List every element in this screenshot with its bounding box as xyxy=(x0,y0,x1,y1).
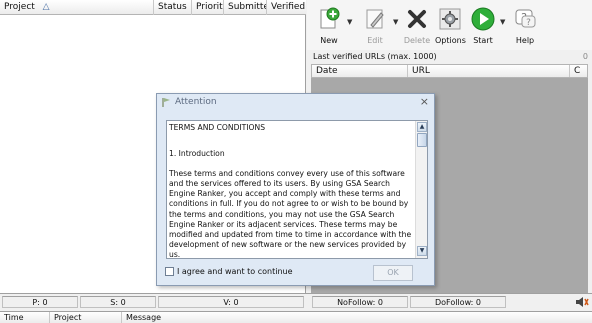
sort-ascending-icon: △ xyxy=(42,2,50,12)
svg-text:?: ? xyxy=(526,18,531,28)
column-time[interactable]: Time xyxy=(0,312,50,323)
column-project[interactable]: Project △ xyxy=(0,0,154,15)
agree-checkbox-label: I agree and want to continue xyxy=(177,267,293,276)
column-date[interactable]: Date xyxy=(312,65,408,77)
new-icon xyxy=(320,7,340,29)
new-dropdown-arrow-icon[interactable]: ▼ xyxy=(347,18,355,26)
status-dofollow: DoFollow: 0 xyxy=(410,296,506,308)
column-url[interactable]: URL xyxy=(408,65,570,77)
column-message[interactable]: Message xyxy=(122,312,422,323)
log-list-header: Time Project Message xyxy=(0,311,592,323)
scroll-down-icon[interactable]: ▼ xyxy=(417,246,427,256)
dialog-title: Attention xyxy=(175,97,217,107)
status-s: S: 0 xyxy=(80,296,156,308)
last-verified-urls-text: Last verified URLs (max. 1000) xyxy=(313,52,437,61)
edit-label: Edit xyxy=(367,36,383,45)
new-label: New xyxy=(320,36,338,45)
scrollbar-thumb[interactable] xyxy=(417,133,427,147)
column-c[interactable]: C xyxy=(570,65,587,77)
app-icon xyxy=(162,98,170,107)
agree-checkbox[interactable] xyxy=(165,267,174,276)
column-submitted[interactable]: Submitted xyxy=(224,0,267,15)
help-button[interactable]: ? ? Help xyxy=(512,6,538,45)
terms-scrollbar[interactable]: ▲ ▼ xyxy=(415,121,427,258)
ok-button[interactable]: OK xyxy=(373,265,413,281)
dialog-title-bar[interactable]: Attention × xyxy=(157,94,434,111)
terms-heading: TERMS AND CONDITIONS xyxy=(169,123,266,132)
terms-content: TERMS AND CONDITIONS 1. Introduction The… xyxy=(169,123,415,259)
edit-dropdown-arrow-icon[interactable]: ▼ xyxy=(393,18,401,26)
edit-icon xyxy=(366,9,384,29)
column-priority[interactable]: Priority xyxy=(192,0,224,15)
options-button[interactable]: Options xyxy=(435,6,466,45)
start-label: Start xyxy=(473,36,493,45)
last-verified-urls-count: 0 xyxy=(582,52,588,61)
terms-section-title: 1. Introduction xyxy=(169,149,225,159)
terms-body: These terms and conditions convey every … xyxy=(169,169,412,259)
column-verified[interactable]: Verified xyxy=(267,0,306,15)
help-label: Help xyxy=(515,36,535,45)
project-list-header: Project △ Status Priority Submitted Veri… xyxy=(0,0,306,15)
agree-checkbox-row[interactable]: I agree and want to continue xyxy=(165,267,293,276)
new-button[interactable]: New xyxy=(315,6,343,45)
gear-icon xyxy=(439,8,461,30)
start-dropdown-arrow-icon[interactable]: ▼ xyxy=(500,18,508,26)
options-label: Options xyxy=(435,36,466,45)
terms-textbox[interactable]: TERMS AND CONDITIONS 1. Introduction The… xyxy=(166,120,428,259)
scroll-up-icon[interactable]: ▲ xyxy=(417,122,427,132)
edit-button[interactable]: Edit xyxy=(361,6,389,45)
toolbar: New ▼ Edit ▼ Delete Options Start ▼ ? He… xyxy=(307,0,592,50)
speaker-icon[interactable] xyxy=(575,296,589,308)
status-bar: P: 0 S: 0 V: 0 NoFollow: 0 DoFollow: 0 xyxy=(0,293,592,309)
attention-dialog: Attention × TERMS AND CONDITIONS 1. Intr… xyxy=(156,93,435,286)
close-icon[interactable]: × xyxy=(420,95,429,108)
delete-label: Delete xyxy=(403,36,431,45)
help-icon: ? ? xyxy=(515,9,536,28)
delete-icon xyxy=(408,10,426,28)
delete-button[interactable]: Delete xyxy=(403,6,431,45)
url-list-header: Date URL C xyxy=(311,64,588,78)
column-log-project[interactable]: Project xyxy=(50,312,122,323)
play-icon xyxy=(471,7,495,31)
start-button[interactable]: Start xyxy=(469,6,497,45)
last-verified-urls-label: Last verified URLs (max. 1000) 0 xyxy=(307,50,592,63)
status-nofollow: NoFollow: 0 xyxy=(312,296,408,308)
column-project-label: Project xyxy=(4,2,35,12)
status-v: V: 0 xyxy=(158,296,304,308)
column-status[interactable]: Status xyxy=(154,0,192,15)
status-p: P: 0 xyxy=(2,296,78,308)
